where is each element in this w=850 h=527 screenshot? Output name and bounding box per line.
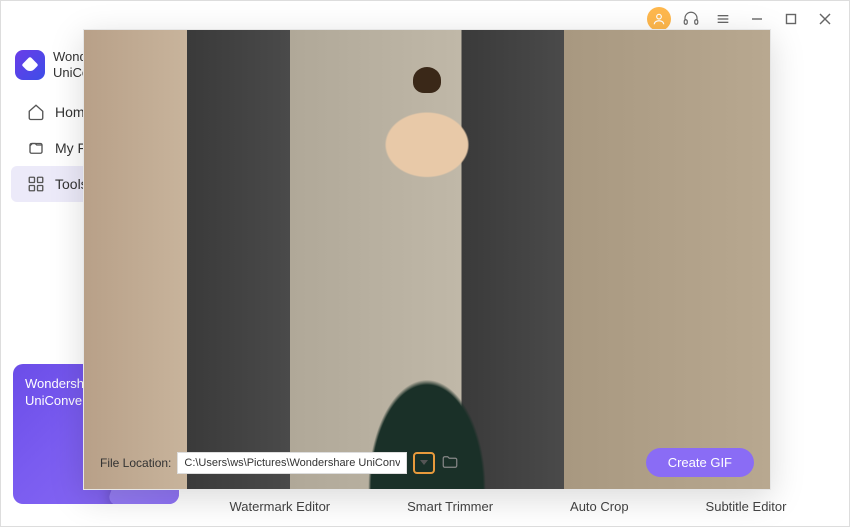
gif-maker-dialog: GIF Maker Feedback Video to GIF Photos t… [83,29,771,490]
menu-icon[interactable] [711,7,735,31]
create-gif-button[interactable]: Create GIF [646,448,754,477]
bottom-tool-row: Watermark Editor Smart Trimmer Auto Crop… [191,493,825,520]
window-maximize-button[interactable] [779,7,803,31]
support-icon[interactable] [679,7,703,31]
file-location-dropdown-button[interactable] [413,452,435,474]
tool-link-watermark[interactable]: Watermark Editor [229,493,330,520]
tool-link-auto-crop[interactable]: Auto Crop [570,493,629,520]
window-minimize-button[interactable] [745,7,769,31]
main-window: Wonde UniCon Home My Fil Tools Wondersha… [0,0,850,527]
thumbnail-image [500,98,562,160]
tools-icon [27,175,45,193]
chevron-down-icon [420,460,428,465]
dialog-body [84,98,770,368]
home-icon [27,103,45,121]
brand-logo-icon [15,50,45,80]
user-avatar[interactable] [647,7,671,31]
tool-link-smart-trimmer[interactable]: Smart Trimmer [407,493,493,520]
photo-thumbnail[interactable] [500,98,562,160]
window-close-button[interactable] [813,7,837,31]
file-location-input[interactable] [177,452,407,474]
tool-link-subtitle-editor[interactable]: Subtitle Editor [706,493,787,520]
file-location-row: File Location: Create GIF [100,448,754,477]
open-folder-button[interactable] [441,453,461,473]
files-icon [27,139,45,157]
file-location-label: File Location: [100,456,171,470]
